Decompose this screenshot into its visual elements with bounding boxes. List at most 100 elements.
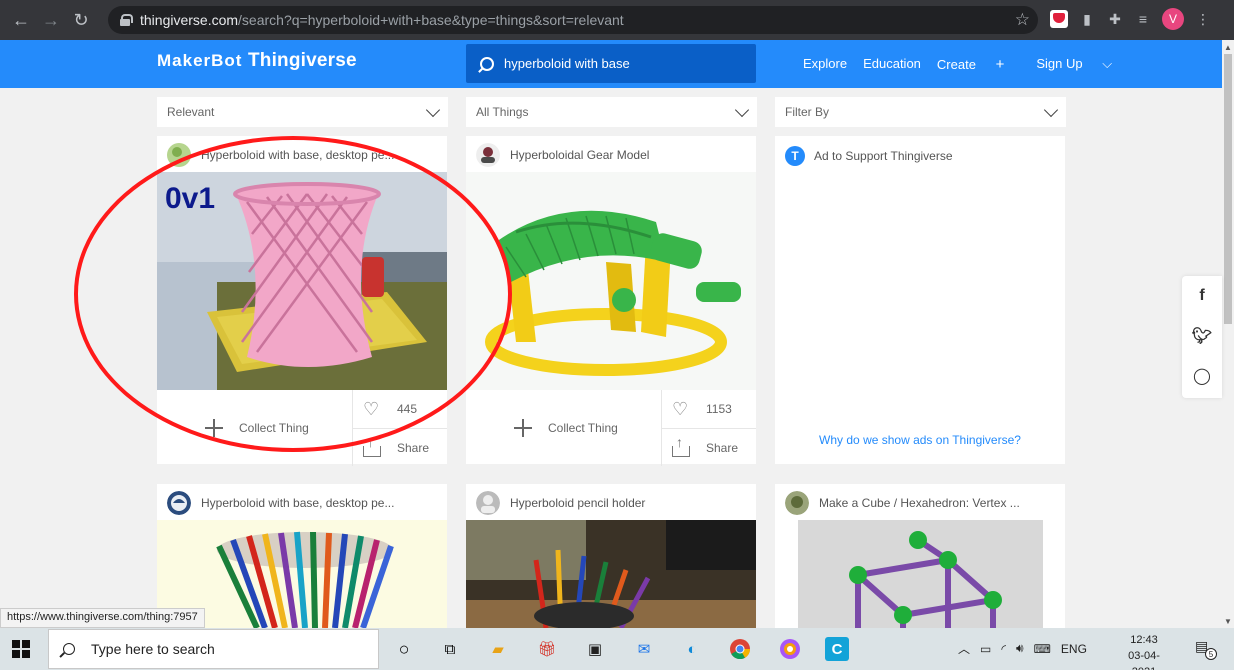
app-c-icon[interactable]: C: [825, 637, 849, 661]
thing-title[interactable]: Hyperboloid with base, desktop pe...: [201, 148, 394, 162]
facebook-icon[interactable]: f: [1182, 276, 1222, 316]
type-dropdown[interactable]: All Things: [466, 97, 757, 127]
filter-by-dropdown[interactable]: Filter By: [775, 97, 1066, 127]
thing-card[interactable]: Hyperboloid pencil holder: [466, 484, 756, 628]
thing-title[interactable]: Hyperboloid with base, desktop pe...: [201, 496, 394, 510]
language-indicator[interactable]: ENG: [1061, 642, 1087, 656]
collect-thing-button[interactable]: Collect Thing: [466, 390, 661, 466]
bookmark-star-icon[interactable]: ☆: [1015, 10, 1030, 30]
search-value: hyperboloid with base: [504, 56, 630, 71]
media-queue-icon[interactable]: ≡: [1134, 10, 1152, 28]
share-button[interactable]: Share: [353, 428, 447, 466]
share-icon: [672, 434, 690, 457]
heart-icon: ♡: [363, 399, 380, 419]
windows-start-icon[interactable]: [12, 640, 30, 658]
like-button[interactable]: ♡ 445: [353, 390, 447, 428]
thing-stats: ♡ 445 Share: [352, 390, 447, 466]
back-icon[interactable]: ←: [6, 5, 36, 35]
status-bar-url: https://www.thingiverse.com/thing:7957: [0, 608, 205, 628]
system-tray: ︿ ▭ ◜ 🔊︎ ⌨ ENG: [958, 640, 1087, 657]
chevron-up-icon[interactable]: ︿: [958, 640, 970, 657]
search-input[interactable]: hyperboloid with base: [466, 44, 756, 83]
extension-icons: ▮ ✚ ≡ V ⋮: [1050, 8, 1212, 30]
page-scrollbar[interactable]: ▲ ▼: [1222, 40, 1234, 628]
thing-thumbnail[interactable]: 0v1: [157, 172, 447, 390]
svg-text:0v1: 0v1: [165, 182, 215, 215]
url-host: thingiverse.com: [140, 12, 239, 28]
chevron-down-icon: [425, 102, 441, 118]
plus-icon: [514, 419, 532, 437]
windows-taskbar: Type here to search ○ ⧉ ▰ 🎁︎ ▣ ✉ ◐ C ︿ ▭…: [0, 628, 1234, 670]
creator-avatar[interactable]: [785, 491, 809, 515]
clock[interactable]: 12:43 03-04-2021: [1116, 632, 1172, 670]
taskbar-search-input[interactable]: Type here to search: [48, 629, 379, 669]
forward-icon[interactable]: →: [36, 5, 66, 35]
gift-icon[interactable]: 🎁︎: [535, 637, 559, 661]
edge-icon[interactable]: ◐: [680, 637, 704, 661]
ad-card: T Ad to Support Thingiverse Why do we sh…: [775, 136, 1065, 464]
thingiverse-logo-icon: T: [785, 146, 805, 166]
thing-thumbnail[interactable]: [466, 520, 756, 628]
nav-explore[interactable]: Explore: [803, 56, 847, 73]
address-bar[interactable]: thingiverse.com/search?q=hyperboloid+wit…: [108, 6, 1038, 34]
browser-app-icon[interactable]: [778, 637, 802, 661]
scroll-up-icon[interactable]: ▲: [1224, 43, 1232, 52]
thing-title[interactable]: Hyperboloidal Gear Model: [510, 148, 649, 162]
site-logo[interactable]: MakerBot Thingiverse: [157, 50, 357, 72]
thing-card[interactable]: Make a Cube / Hexahedron: Vertex ...: [775, 484, 1065, 628]
reload-icon[interactable]: ↻: [66, 5, 96, 35]
heart-icon: ♡: [672, 399, 689, 419]
share-button[interactable]: Share: [662, 428, 756, 466]
chevron-down-icon: [734, 102, 750, 118]
profile-avatar[interactable]: V: [1162, 8, 1184, 30]
creator-avatar[interactable]: [476, 491, 500, 515]
chrome-icon[interactable]: [728, 637, 752, 661]
store-icon[interactable]: ▣: [583, 637, 607, 661]
why-ads-link[interactable]: Why do we show ads on Thingiverse?: [775, 433, 1065, 447]
plus-icon: [205, 419, 223, 437]
like-count: 445: [397, 402, 418, 416]
pocket-extension-icon[interactable]: [1050, 10, 1068, 28]
task-view-icon[interactable]: ⧉: [438, 637, 462, 661]
scroll-down-icon[interactable]: ▼: [1224, 617, 1232, 626]
creator-avatar[interactable]: [167, 143, 191, 167]
nav-sign-up[interactable]: Sign Up ⌵: [1036, 56, 1128, 73]
thing-card[interactable]: Hyperboloidal Gear Model Collect Thing ♡…: [466, 136, 756, 466]
thing-thumbnail[interactable]: [466, 172, 756, 390]
like-button[interactable]: ♡ 1153: [662, 390, 756, 428]
keyboard-icon[interactable]: ⌨: [1034, 642, 1051, 656]
plus-icon: +: [995, 56, 1005, 73]
creator-avatar[interactable]: [167, 491, 191, 515]
nav-create[interactable]: Create +: [937, 56, 1020, 73]
analytics-extension-icon[interactable]: ▮: [1078, 10, 1096, 28]
creator-avatar[interactable]: [476, 143, 500, 167]
thing-card[interactable]: Hyperboloid with base, desktop pe... 0v1…: [157, 136, 447, 466]
whatsapp-icon[interactable]: ◯: [1182, 356, 1222, 396]
thing-stats: ♡ 1153 Share: [661, 390, 756, 466]
lock-icon: [120, 14, 133, 26]
cortana-icon[interactable]: ○: [392, 637, 416, 661]
search-icon: [480, 56, 494, 71]
notification-icon[interactable]: ▤ 5: [1195, 638, 1217, 660]
thing-title[interactable]: Hyperboloid pencil holder: [510, 496, 645, 510]
thing-title[interactable]: Make a Cube / Hexahedron: Vertex ...: [819, 496, 1020, 510]
collect-thing-button[interactable]: Collect Thing: [157, 390, 352, 466]
more-menu-icon[interactable]: ⋮: [1194, 10, 1212, 28]
thing-card[interactable]: Hyperboloid with base, desktop pe...: [157, 484, 447, 628]
file-explorer-icon[interactable]: ▰: [486, 637, 510, 661]
mail-icon[interactable]: ✉: [632, 637, 656, 661]
chevron-down-icon: ⌵: [1102, 56, 1113, 71]
share-icon: [363, 434, 381, 457]
battery-icon[interactable]: ▭: [980, 642, 991, 656]
volume-icon[interactable]: 🔊︎: [1016, 641, 1024, 656]
twitter-icon[interactable]: 🐦︎: [1182, 316, 1222, 356]
scrollbar-thumb[interactable]: [1224, 54, 1232, 324]
wifi-icon[interactable]: ◜: [1001, 642, 1006, 656]
chevron-down-icon: [1043, 102, 1059, 118]
sort-dropdown[interactable]: Relevant: [157, 97, 448, 127]
puzzle-extensions-icon[interactable]: ✚: [1106, 10, 1124, 28]
thing-thumbnail[interactable]: [798, 520, 1043, 628]
url-path: /search?q=hyperboloid+with+base&type=thi…: [238, 12, 624, 28]
top-nav: Explore Education Create + Sign Up ⌵: [803, 56, 1144, 73]
nav-education[interactable]: Education: [863, 56, 921, 73]
